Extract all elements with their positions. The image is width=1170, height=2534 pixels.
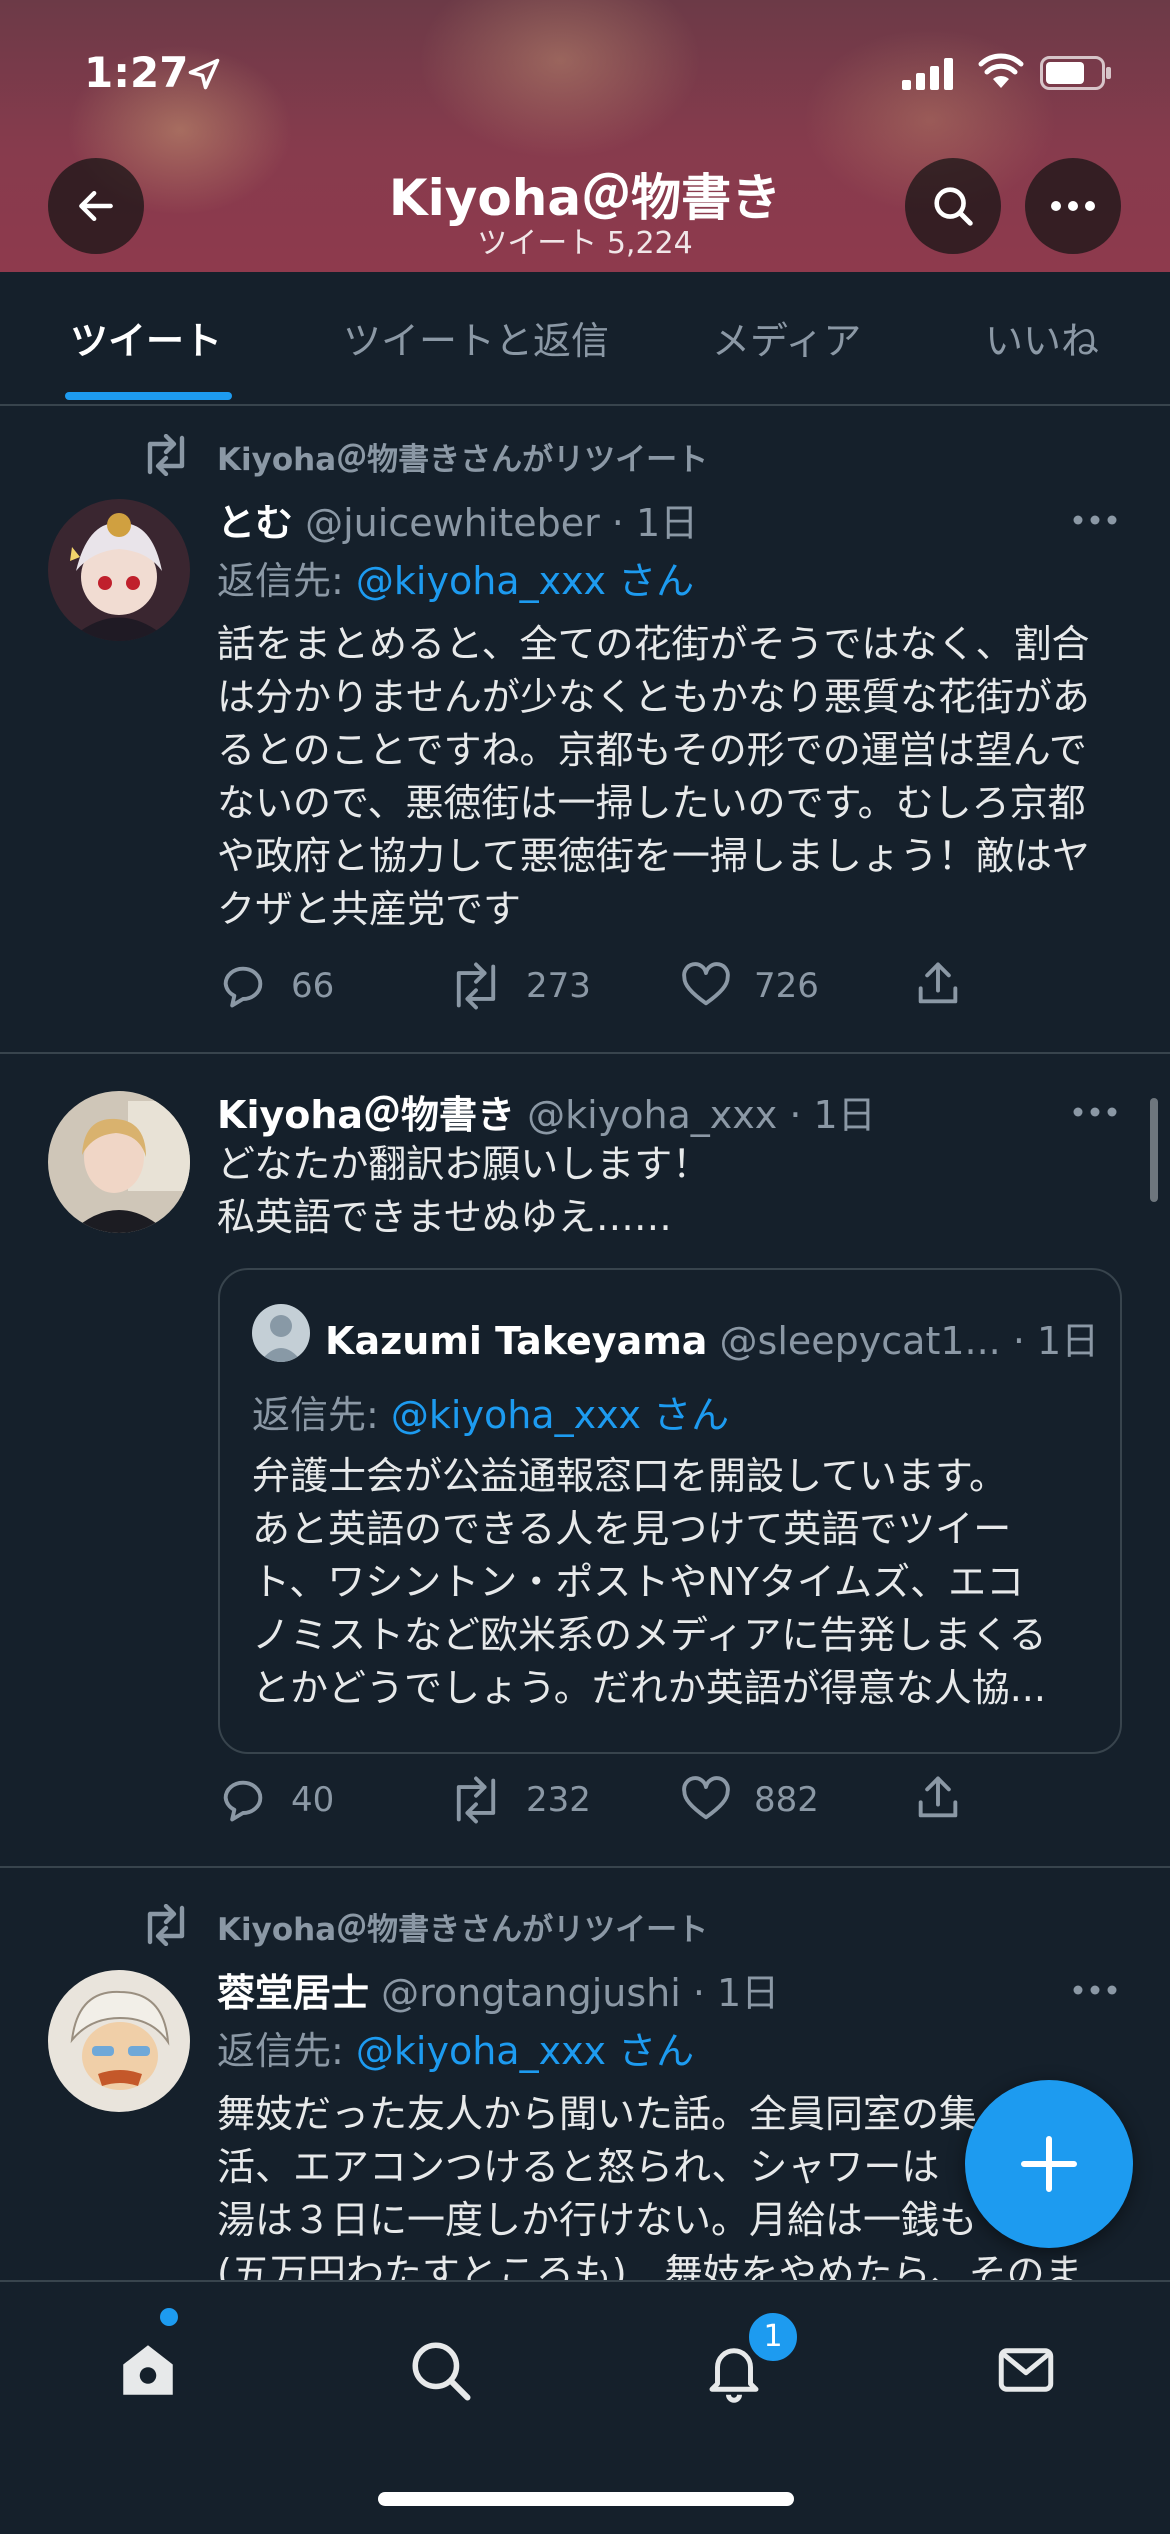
- tweet-text: 舞妓だった友人から聞いた話。全員同室の集 活、エアコンつけると怒られ、シャワーは…: [217, 2092, 1083, 2280]
- back-button[interactable]: [48, 158, 144, 254]
- display-name[interactable]: 蓉堂居士: [217, 1971, 369, 2015]
- share-button[interactable]: [912, 958, 964, 1010]
- retweeted-by-label: Kiyoha＠物書きさんがリツイート: [217, 442, 709, 478]
- reply-icon: [223, 966, 263, 1008]
- reply-to-mention[interactable]: @kiyoha_xxx さん: [356, 2029, 694, 2073]
- arrow-left-icon: [79, 190, 113, 222]
- reply-icon: [223, 1780, 263, 1822]
- avatar-image: [48, 1091, 190, 1233]
- reply-to-label: 返信先:: [217, 2029, 344, 2073]
- tab-tweets-and-replies[interactable]: ツイートと返信: [343, 310, 609, 365]
- tab-tweets[interactable]: ツイート: [70, 310, 222, 365]
- reply-to-mention[interactable]: @kiyoha_xxx さん: [391, 1393, 729, 1437]
- reply-count: 66: [291, 966, 335, 1006]
- avatar[interactable]: [48, 1091, 190, 1233]
- retweet-count: 273: [526, 966, 591, 1006]
- display-name[interactable]: とむ: [217, 501, 293, 545]
- like-count: 726: [754, 966, 819, 1006]
- battery-icon: [1040, 56, 1111, 90]
- nav-search[interactable]: [392, 2322, 488, 2418]
- wifi-icon: [978, 53, 1024, 88]
- profile-tabs: ツイート ツイートと返信 メディア いいね: [0, 272, 1170, 406]
- tweet-text: どなたか翻訳お願いします！ 私英語できませぬゆえ……: [217, 1142, 711, 1239]
- reply-count: 40: [291, 1780, 335, 1820]
- tweet-text: 話をまとめると、全ての花街がそうではなく、割合 は分かりませんが少なくともかなり…: [217, 622, 1090, 931]
- quoted-tweet-text: 弁護士会が公益通報窓口を開設しています。 あと英語のできる人を見つけて英語でツイ…: [252, 1454, 1047, 1710]
- heart-icon: [682, 962, 730, 1006]
- retweet-button[interactable]: 232: [448, 1774, 591, 1826]
- more-horizontal-icon: [1073, 1985, 1117, 1995]
- reply-to-mention[interactable]: @kiyoha_xxx さん: [356, 559, 694, 603]
- home-new-content-dot: [160, 2308, 178, 2326]
- search-icon: [934, 187, 973, 226]
- share-button[interactable]: [912, 1772, 964, 1824]
- more-horizontal-icon: [1073, 1107, 1117, 1117]
- mail-icon: [998, 2348, 1054, 2392]
- share-icon: [918, 1776, 958, 1818]
- home-indicator-bar[interactable]: [378, 2492, 794, 2506]
- user-silhouette-icon: [260, 1315, 302, 1362]
- retweet-icon: [456, 1776, 496, 1824]
- tweet-more-button[interactable]: [1065, 500, 1125, 540]
- search-button[interactable]: [905, 158, 1001, 254]
- like-button[interactable]: 882: [680, 1774, 819, 1826]
- home-icon: [123, 2345, 173, 2395]
- tab-likes[interactable]: いいね: [985, 310, 1099, 365]
- avatar[interactable]: [48, 499, 190, 641]
- avatar-image: [48, 1970, 190, 2112]
- retweeted-by-label: Kiyoha＠物書きさんがリツイート: [217, 1912, 709, 1948]
- quoted-display-name: Kazumi Takeyama: [325, 1319, 708, 1363]
- retweet-icon: [147, 434, 185, 476]
- tweet-more-button[interactable]: [1065, 1092, 1125, 1132]
- notification-badge: 1: [746, 2310, 800, 2364]
- share-icon: [918, 962, 958, 1004]
- compose-tweet-button[interactable]: [965, 2080, 1133, 2248]
- reply-button[interactable]: 40: [217, 1774, 334, 1826]
- retweet-icon: [456, 962, 496, 1010]
- retweet-icon: [147, 1904, 185, 1946]
- nav-home[interactable]: [100, 2322, 196, 2418]
- retweet-button[interactable]: 273: [448, 960, 591, 1012]
- tab-media[interactable]: メディア: [712, 310, 861, 365]
- status-time: 1:27: [84, 48, 189, 97]
- reply-to-label: 返信先:: [252, 1393, 379, 1437]
- handle-and-time: @kiyoha_xxx · 1日: [527, 1093, 876, 1137]
- nav-messages[interactable]: [978, 2322, 1074, 2418]
- cellular-signal-icon: [902, 58, 953, 90]
- reply-to-label: 返信先:: [217, 559, 344, 603]
- quoted-handle-and-time: @sleepycat1... · 1日: [719, 1319, 1100, 1363]
- profile-header-banner: 1:27 Kiyoha＠物書き ツイート 5,224: [0, 0, 1170, 272]
- more-horizontal-icon: [1073, 515, 1117, 525]
- search-icon: [412, 2342, 471, 2401]
- plus-icon: [1021, 2136, 1077, 2192]
- handle-and-time: @juicewhiteber · 1日: [305, 501, 699, 545]
- like-count: 882: [754, 1780, 819, 1820]
- handle-and-time: @rongtangjushi · 1日: [381, 1971, 780, 2015]
- heart-icon: [682, 1776, 730, 1820]
- scrollbar-thumb[interactable]: [1150, 1098, 1158, 1202]
- avatar[interactable]: [48, 1970, 190, 2112]
- retweet-count: 232: [526, 1780, 591, 1820]
- avatar-image: [48, 499, 190, 641]
- more-horizontal-icon: [1051, 201, 1095, 211]
- tweet-count: ツイート 5,224: [477, 226, 693, 261]
- more-options-button[interactable]: [1025, 158, 1121, 254]
- display-name[interactable]: Kiyoha＠物書き: [217, 1093, 515, 1137]
- active-tab-indicator: [65, 392, 232, 400]
- location-arrow-icon: [188, 58, 220, 90]
- tweet-more-button[interactable]: [1065, 1970, 1125, 2010]
- default-avatar: [252, 1304, 310, 1362]
- like-button[interactable]: 726: [680, 960, 819, 1012]
- reply-button[interactable]: 66: [217, 960, 334, 1012]
